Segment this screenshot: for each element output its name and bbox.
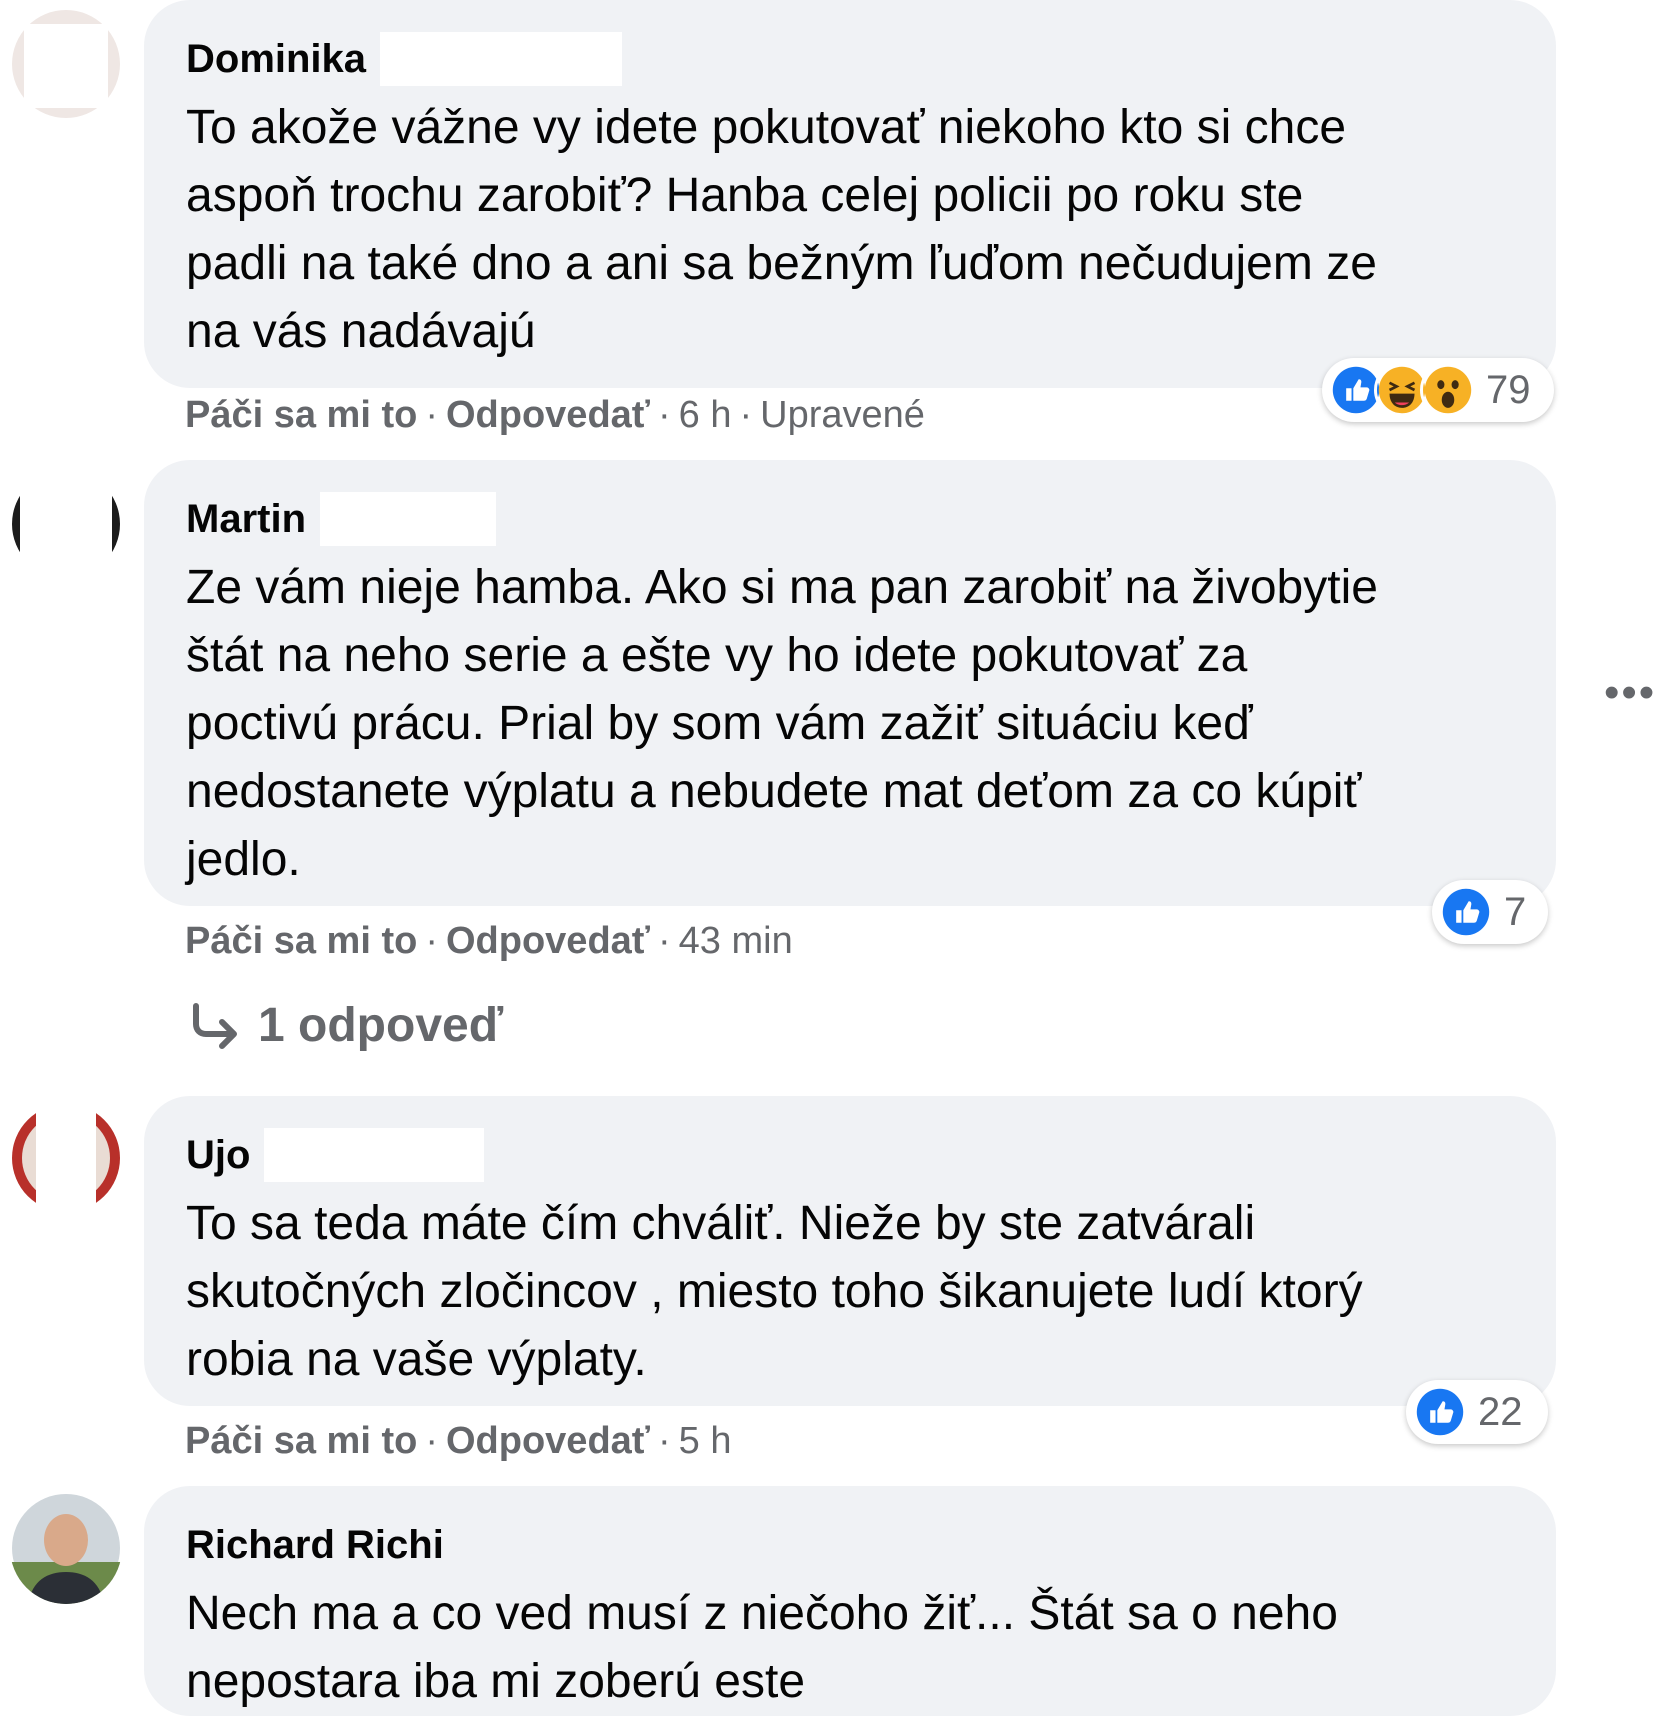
reaction-count: 22 [1478, 1389, 1523, 1434]
comment-author[interactable]: Martin [186, 492, 306, 546]
separator: · [425, 1420, 438, 1462]
timestamp[interactable]: 6 h [679, 394, 732, 436]
comment-actions: Páči sa mi to · Odpovedať · 5 h [185, 1418, 731, 1464]
like-icon [1438, 884, 1494, 940]
comment-bubble: Richard Richi Nech ma a co ved musí z ni… [144, 1486, 1556, 1716]
reply-link[interactable]: Odpovedať [446, 394, 650, 436]
separator: · [425, 920, 438, 962]
reaction-count: 7 [1504, 889, 1527, 934]
avatar[interactable] [10, 468, 122, 580]
more-options-icon[interactable]: ••• [1604, 668, 1656, 718]
reply-arrow-icon [193, 1002, 237, 1049]
like-link[interactable]: Páči sa mi to [185, 920, 417, 962]
like-link[interactable]: Páči sa mi to [185, 394, 417, 436]
avatar[interactable] [10, 1492, 122, 1604]
redacted-surname [264, 1128, 485, 1182]
separator: · [425, 394, 438, 436]
separator: · [658, 394, 671, 436]
comment-text: To akože vážne vy idete pokutovať niekoh… [186, 101, 1377, 358]
avatar[interactable] [10, 8, 122, 120]
reaction-count: 79 [1486, 367, 1531, 412]
comment-author[interactable]: Ujo [186, 1128, 250, 1182]
like-link[interactable]: Páči sa mi to [185, 1420, 417, 1462]
comment-author[interactable]: Dominika [186, 32, 366, 86]
edited-label: Upravené [760, 394, 925, 436]
reaction-summary[interactable]: 22 [1406, 1380, 1548, 1444]
view-replies-button[interactable]: 1 odpoveď [188, 998, 503, 1053]
separator: · [658, 1420, 671, 1462]
reaction-summary[interactable]: 7 [1432, 880, 1548, 944]
reply-link[interactable]: Odpovedať [446, 920, 650, 962]
wow-icon [1420, 362, 1476, 418]
comment-author[interactable]: Richard Richi [186, 1518, 444, 1572]
comment-text: Ze vám nieje hamba. Ako si ma pan zarobi… [186, 561, 1378, 886]
reply-link[interactable]: Odpovedať [446, 1420, 650, 1462]
separator: · [739, 394, 753, 436]
comment-bubble: Dominika To akože vážne vy idete pokutov… [144, 0, 1556, 388]
avatar[interactable] [10, 1102, 122, 1214]
comment-text: To sa teda máte čím chváliť. Nieže by st… [186, 1197, 1363, 1386]
replies-count-label: 1 odpoveď [258, 999, 504, 1052]
redacted-surname [380, 32, 623, 86]
reaction-summary[interactable]: 79 [1322, 358, 1554, 422]
separator: · [658, 920, 671, 962]
timestamp[interactable]: 43 min [679, 920, 793, 962]
comment-actions: Páči sa mi to · Odpovedať · 6 h · Upravené [185, 392, 925, 438]
redacted-surname [320, 492, 496, 546]
comment-text: Nech ma a co ved musí z niečoho žiť... Š… [186, 1587, 1338, 1708]
comment-bubble: Ujo To sa teda máte čím chváliť. Nieže b… [144, 1096, 1556, 1406]
comment-bubble: Martin Ze vám nieje hamba. Ako si ma pan… [144, 460, 1556, 906]
like-icon [1412, 1384, 1468, 1440]
timestamp[interactable]: 5 h [679, 1420, 732, 1462]
comment-actions: Páči sa mi to · Odpovedať · 43 min [185, 918, 793, 964]
